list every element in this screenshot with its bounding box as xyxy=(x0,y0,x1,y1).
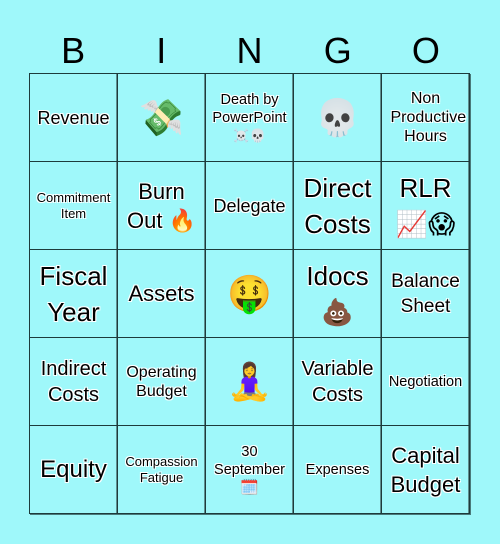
bingo-card: Revenue 💸 Death by PowerPoint ☠️💀 💀 Non … xyxy=(29,73,470,514)
bingo-cell[interactable]: 🧘‍♀️ xyxy=(206,338,294,426)
bingo-cell[interactable]: Revenue xyxy=(30,74,118,162)
bingo-cell[interactable]: Burn Out 🔥 xyxy=(118,162,206,250)
bingo-cell[interactable]: Variable Costs xyxy=(294,338,382,426)
cell-text: Indirect Costs xyxy=(40,357,107,406)
bingo-cell[interactable]: Commitment Item xyxy=(30,162,118,250)
cell-text: Direct Costs xyxy=(303,172,372,239)
bingo-cell[interactable]: Assets xyxy=(118,250,206,338)
bingo-cell[interactable]: Non Productive Hours xyxy=(382,74,470,162)
cell-text: Commitment Item xyxy=(36,189,111,221)
cell-text: Variable Costs xyxy=(301,357,374,406)
cell-text: Compassion Fatigue xyxy=(125,453,198,485)
cell-text: Capital Budget xyxy=(390,442,461,497)
cell-text: Operating Budget xyxy=(126,363,197,400)
bingo-header: B I N G O xyxy=(29,28,470,73)
cell-text: Death by PowerPoint xyxy=(212,91,287,126)
cell-text: Idocs xyxy=(306,260,369,291)
bingo-cell[interactable]: Capital Budget xyxy=(382,426,470,514)
cell-text: Negotiation xyxy=(388,373,463,390)
header-letter-n: N xyxy=(236,30,263,71)
header-letter-b: B xyxy=(61,30,86,71)
cell-text: Revenue xyxy=(37,107,110,128)
bingo-cell[interactable]: Death by PowerPoint ☠️💀 xyxy=(206,74,294,162)
money-mouth-face-icon: 🤑 xyxy=(227,272,272,314)
bingo-cell-free[interactable]: 🤑 xyxy=(206,250,294,338)
header-letter-i: I xyxy=(156,30,167,71)
header-letter-o: O xyxy=(411,30,440,71)
cell-text: Assets xyxy=(128,281,195,306)
bingo-cell[interactable]: Operating Budget xyxy=(118,338,206,426)
bingo-cell[interactable]: Expenses xyxy=(294,426,382,514)
bingo-cell[interactable]: Delegate xyxy=(206,162,294,250)
fire-icon: 🔥 xyxy=(168,207,196,233)
header-letter-g: G xyxy=(323,30,352,71)
cell-text: RLR xyxy=(399,172,452,203)
pile-of-poo-icon: 💩 xyxy=(321,296,354,327)
cell-text: Balance Sheet xyxy=(391,270,460,317)
bingo-cell[interactable]: Idocs 💩 xyxy=(294,250,382,338)
bingo-cell[interactable]: Balance Sheet xyxy=(382,250,470,338)
chart-scream-icon: 📈😱 xyxy=(395,208,456,239)
bingo-cell[interactable]: Direct Costs xyxy=(294,162,382,250)
cell-text: Equity xyxy=(40,455,107,483)
skull-crossbones-icon: ☠️💀 xyxy=(233,127,266,143)
bingo-cell[interactable]: RLR 📈😱 xyxy=(382,162,470,250)
skull-icon: 💀 xyxy=(315,96,360,138)
cell-text: Expenses xyxy=(305,461,370,478)
money-with-wings-icon: 💸 xyxy=(139,96,184,138)
cell-text: Fiscal Year xyxy=(39,260,108,327)
bingo-cell[interactable]: Equity xyxy=(30,426,118,514)
bingo-cell[interactable]: 💀 xyxy=(294,74,382,162)
cell-text: Delegate xyxy=(213,195,286,216)
bingo-cell[interactable]: Indirect Costs xyxy=(30,338,118,426)
cell-text: Non Productive Hours xyxy=(390,90,467,145)
bingo-cell[interactable]: 💸 xyxy=(118,74,206,162)
woman-lotus-position-icon: 🧘‍♀️ xyxy=(227,360,272,402)
bingo-cell[interactable]: Compassion Fatigue xyxy=(118,426,206,514)
bingo-cell[interactable]: Fiscal Year xyxy=(30,250,118,338)
bingo-cell[interactable]: 30 September 🗓️ xyxy=(206,426,294,514)
cell-text: 30 September xyxy=(214,443,285,478)
calendar-icon: 🗓️ xyxy=(240,478,259,496)
bingo-cell[interactable]: Negotiation xyxy=(382,338,470,426)
